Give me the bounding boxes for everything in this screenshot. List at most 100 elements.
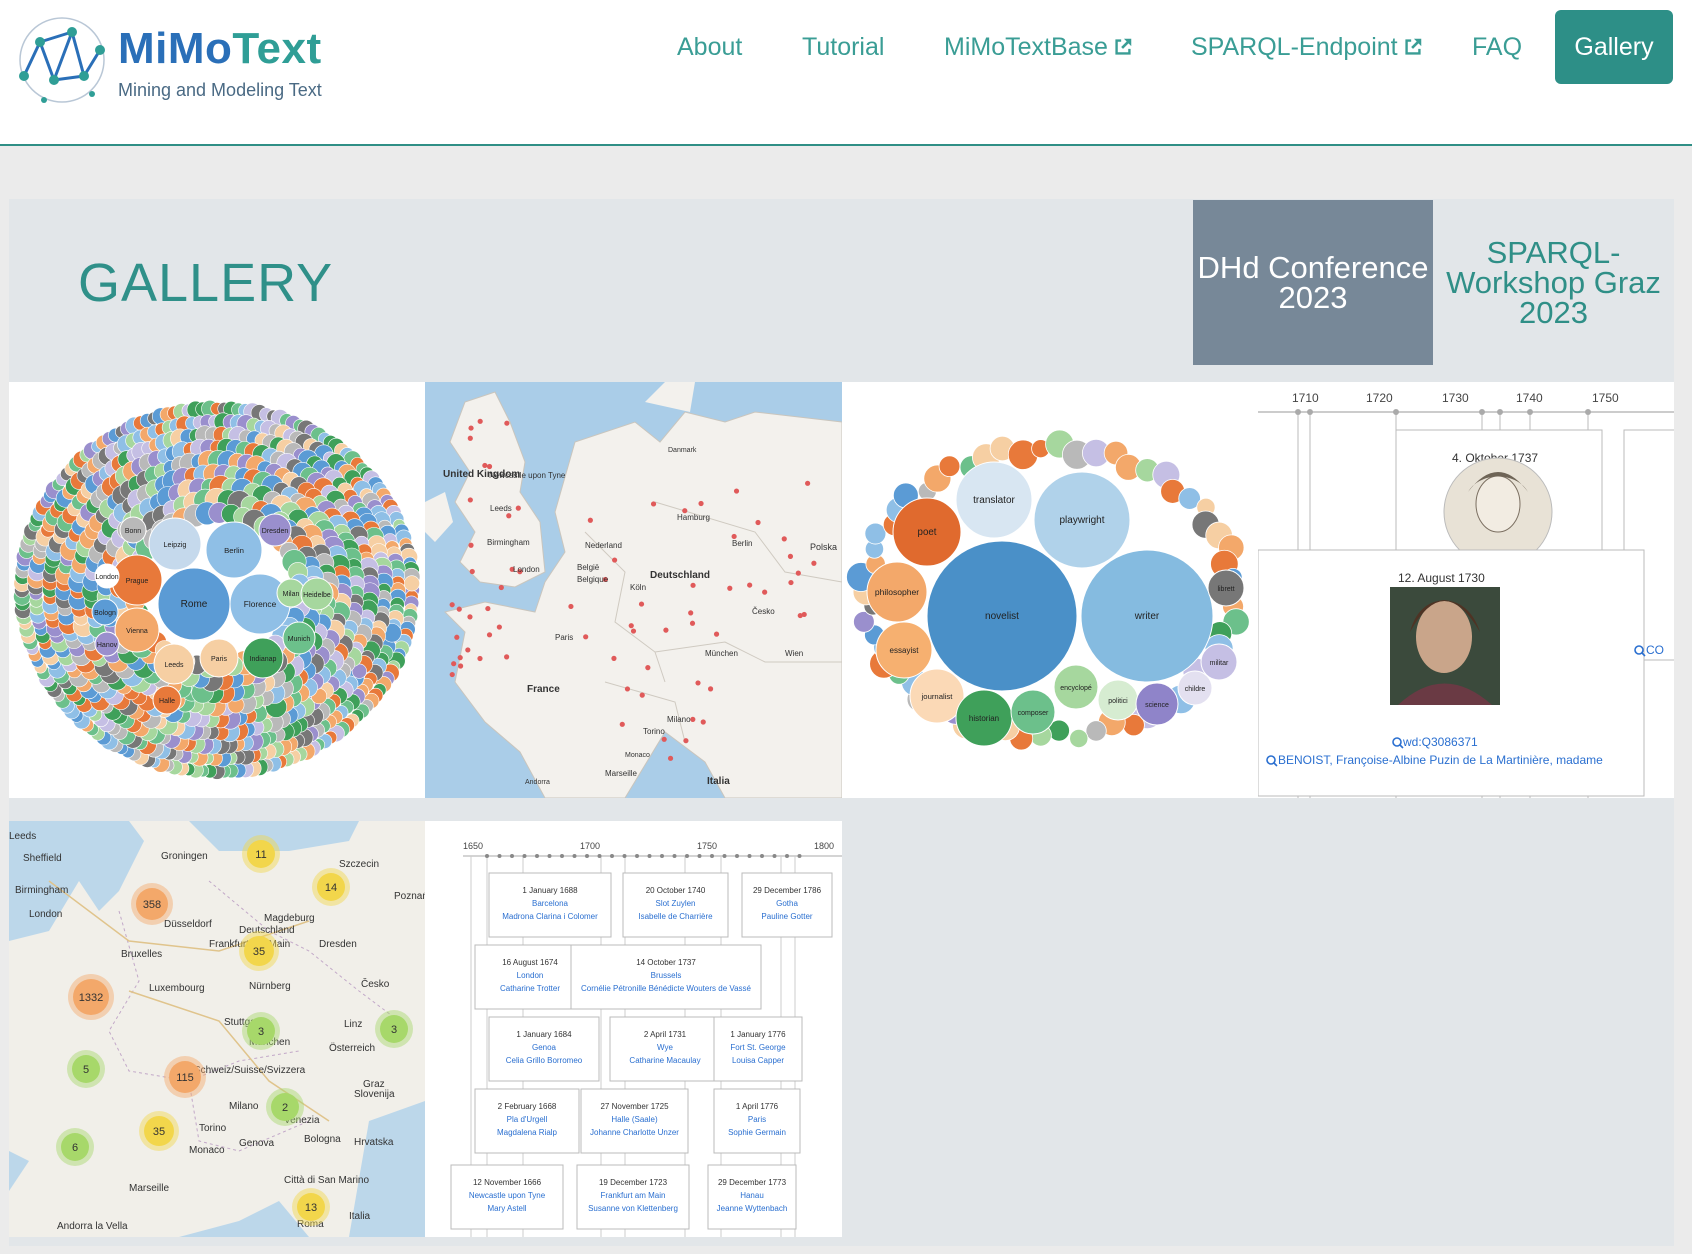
svg-text:Leeds: Leeds: [490, 504, 512, 513]
map-point: [496, 624, 502, 630]
occupation-bubble-small: [1085, 720, 1107, 742]
nav-about[interactable]: About: [677, 10, 742, 84]
cluster-count: 13: [305, 1202, 317, 1214]
tab-sparql-workshop[interactable]: SPARQL-Workshop Graz 2023: [1433, 200, 1674, 365]
map-point: [683, 738, 689, 744]
svg-text:Köln: Köln: [630, 583, 646, 592]
card-date: 20 October 1740: [646, 886, 706, 895]
gallery-tile-places-bubbles[interactable]: Rome Florence Berlin Leipzig Prague Vienna Lee…: [9, 382, 425, 798]
occupation-bubble-small: [1069, 728, 1089, 749]
timeline-dot: [1393, 409, 1399, 415]
map-place-label: Česko: [361, 977, 390, 990]
timeline-dot: [547, 854, 552, 858]
map-place-label: Birmingham: [15, 885, 68, 896]
timeline-dot: [672, 854, 677, 858]
timeline-dot: [1307, 409, 1313, 415]
occupation-bubble-label: politici: [1108, 698, 1128, 705]
timeline-dot: [760, 854, 764, 858]
nav-faq[interactable]: FAQ: [1472, 10, 1522, 84]
occupation-bubble-label: librett: [1217, 586, 1234, 593]
svg-text:Belgique: Belgique: [577, 575, 609, 584]
svg-text:1720: 1720: [1366, 391, 1393, 405]
nav-sparql-endpoint[interactable]: SPARQL-Endpoint: [1191, 10, 1424, 84]
timeline-dot: [797, 854, 802, 858]
gallery-tile-occupation-bubbles[interactable]: novelist writer playwright translator poet ph…: [842, 382, 1258, 798]
network-logo-icon: [19, 17, 105, 103]
occupation-bubble-label: encyclopé: [1060, 685, 1092, 692]
card-date: 1 January 1688: [522, 886, 578, 895]
svg-text:Italia: Italia: [707, 776, 730, 787]
cluster-count: 11: [255, 849, 266, 861]
svg-text:Monaco: Monaco: [625, 752, 650, 759]
cluster-count: 3: [391, 1024, 397, 1036]
card-place-link: Paris: [748, 1115, 766, 1124]
map-point: [787, 553, 794, 559]
nav-mimotextbase[interactable]: MiMoTextBase: [944, 10, 1134, 84]
tab-dhd-conference[interactable]: DHd Conference 2023: [1193, 200, 1433, 365]
nav-tutorial[interactable]: Tutorial: [802, 10, 884, 84]
timeline-dot: [522, 854, 527, 858]
map-point: [639, 692, 645, 698]
brand-name: MiMoText: [118, 24, 322, 73]
timeline-card: 1 January 1688 Barcelona Madrona Clarina i…: [488, 872, 612, 938]
card-place-link: Frankfurt am Main: [601, 1191, 666, 1200]
gallery-tile-timeline-portraits[interactable]: 1710 1720 1730 1740 1750 4. Oktober 1737…: [1258, 382, 1674, 798]
place-bubble-label: Paris: [211, 656, 227, 663]
map-place-label: Sheffield: [23, 853, 62, 864]
map-place-label: Szczecin: [339, 859, 379, 870]
map-point: [449, 602, 455, 608]
card-person-link: Magdalena Rialp: [497, 1128, 558, 1137]
card-person-link: Cornélie Pétronille Bénédicte Wouters de…: [581, 984, 752, 993]
timeline-card: 29 December 1786 Gotha Pauline Gotter: [741, 872, 833, 938]
occupation-bubble-label: historian: [969, 714, 999, 723]
map-point: [583, 634, 589, 640]
svg-text:1700: 1700: [580, 841, 600, 851]
svg-text:London: London: [513, 565, 540, 574]
card-place-link: Wye: [657, 1043, 673, 1052]
map-point: [465, 647, 471, 653]
card-place-link: Barcelona: [532, 899, 569, 908]
map-point: [650, 501, 657, 507]
map-point: [449, 671, 455, 678]
map-place-label: London: [29, 909, 62, 920]
card-date: 1 January 1684: [516, 1030, 572, 1039]
map-point: [727, 585, 733, 591]
gallery-tile-cluster-map[interactable]: Leeds Sheffield Birmingham London Groningen S…: [9, 821, 425, 1237]
map-point: [797, 612, 803, 619]
gallery-tile-europe-map[interactable]: United Kingdom Newcastle upon Tyne Leeds…: [425, 382, 842, 798]
svg-text:12. August 1730: 12. August 1730: [1398, 571, 1485, 585]
map-point: [482, 462, 488, 469]
timeline-dot: [610, 854, 614, 858]
page-title: GALLERY: [78, 253, 334, 313]
occupation-bubble-label: childre: [1185, 686, 1206, 693]
nav-gallery[interactable]: Gallery: [1555, 10, 1673, 84]
svg-text:1730: 1730: [1442, 391, 1469, 405]
svg-text:België: België: [577, 563, 600, 572]
mimotext-logo[interactable]: MiMoText Mining and Modeling Text: [14, 14, 334, 110]
map-place-label: Slovenija: [354, 1089, 395, 1100]
place-bubble-label: Hanov: [97, 642, 118, 649]
timeline-dot: [735, 854, 739, 858]
svg-text:Birmingham: Birmingham: [487, 538, 530, 547]
timeline-portraits: 1710 1720 1730 1740 1750 4. Oktober 1737…: [1258, 391, 1674, 798]
map-point: [451, 661, 457, 667]
map-place-label: Luxembourg: [149, 983, 205, 994]
map-point: [690, 716, 696, 722]
svg-text:Paris: Paris: [555, 633, 573, 642]
cluster-count: 14: [325, 882, 337, 894]
map-point: [645, 665, 651, 671]
map-point: [630, 628, 637, 634]
occupation-bubble-label: playwright: [1059, 515, 1104, 526]
timeline-card: 2 April 1731 Wye Catharine Macaulay: [609, 1016, 721, 1082]
occupation-bubble-small: [864, 522, 887, 545]
timeline-card: 29 December 1773 Hanau Jeanne Wyttenbach: [707, 1164, 797, 1230]
map-point: [762, 589, 768, 595]
svg-text:Torino: Torino: [643, 727, 665, 736]
place-bubble-label: Munich: [288, 636, 311, 643]
map-place-label: Monaco: [189, 1145, 225, 1156]
map-place-label: Torino: [199, 1123, 227, 1134]
card-place-link: Fort St. George: [730, 1043, 786, 1052]
occupation-bubble-label: composer: [1018, 710, 1049, 717]
timeline-dot: [535, 854, 539, 858]
gallery-tile-timeline-cards[interactable]: 1650 1700 1750 1800 1 January 1688 Barcel…: [425, 821, 842, 1237]
